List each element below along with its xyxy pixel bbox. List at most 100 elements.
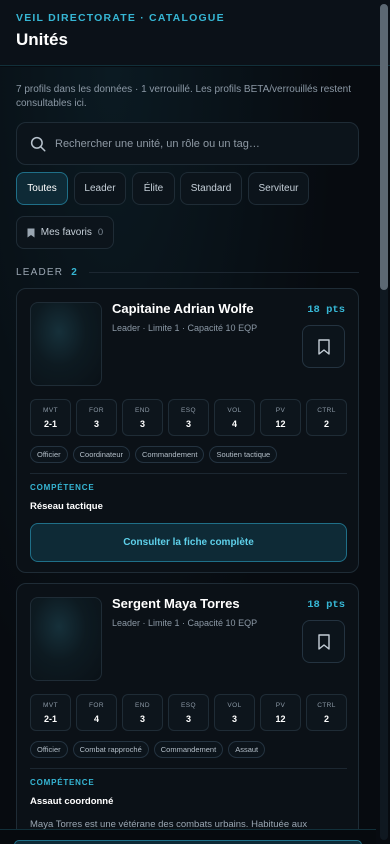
filter-chip-leader[interactable]: Leader bbox=[74, 172, 126, 205]
app-header: VEIL DIRECTORATE · CATALOGUE Unités bbox=[0, 0, 390, 66]
bookmark-icon bbox=[317, 338, 330, 355]
unit-points: 18 pts bbox=[307, 304, 345, 316]
stat-for: FOR 3 bbox=[76, 399, 117, 436]
stat-value: 3 bbox=[185, 418, 191, 429]
stat-value: 3 bbox=[139, 418, 145, 429]
filter-chip-elite[interactable]: Élite bbox=[132, 172, 175, 205]
stat-label: PV bbox=[275, 701, 286, 709]
competence-label: COMPÉTENCE bbox=[30, 778, 95, 787]
stat-value: 4 bbox=[231, 418, 237, 429]
main-content: 7 profils dans les données · 1 verrouill… bbox=[0, 67, 376, 844]
stat-value: 3 bbox=[93, 418, 99, 429]
competence-label: COMPÉTENCE bbox=[30, 483, 95, 492]
stat-mvt: MVT 2-1 bbox=[30, 694, 71, 731]
stat-end: END 3 bbox=[122, 694, 163, 731]
section-divider bbox=[88, 271, 359, 273]
stat-ctrl: CTRL 2 bbox=[306, 694, 347, 731]
stat-vol: VOL 3 bbox=[214, 694, 255, 731]
stat-label: VOL bbox=[227, 406, 242, 414]
bookmark-icon bbox=[317, 633, 330, 650]
unit-name: Capitaine Adrian Wolfe bbox=[112, 301, 254, 316]
favorites-filter-button[interactable]: Mes favoris 0 bbox=[16, 216, 114, 249]
stat-label: CTRL bbox=[317, 701, 336, 709]
tag: Assaut bbox=[228, 741, 266, 758]
stat-pv: PV 12 bbox=[260, 399, 301, 436]
filter-chip-serviteur[interactable]: Serviteur bbox=[248, 172, 309, 205]
tag-list: Officier Combat rapproché Commandement A… bbox=[30, 741, 266, 758]
stat-esq: ESQ 3 bbox=[168, 399, 209, 436]
competence-value: Assaut coordonné bbox=[30, 796, 114, 807]
tag: Coordinateur bbox=[72, 446, 130, 463]
bottom-action-button[interactable] bbox=[14, 840, 362, 844]
competence-value: Réseau tactique bbox=[30, 501, 103, 512]
stat-value: 4 bbox=[93, 713, 99, 724]
stat-for: FOR 4 bbox=[76, 694, 117, 731]
stat-grid: MVT 2-1 FOR 4 END 3 ESQ 3 VOL 3 PV 12 CTRL 2 bbox=[30, 694, 347, 731]
stat-mvt: MVT 2-1 bbox=[30, 399, 71, 436]
card-divider bbox=[30, 473, 347, 474]
tag: Commandement bbox=[134, 446, 205, 463]
unit-name: Sergent Maya Torres bbox=[112, 596, 240, 611]
scrollbar-thumb[interactable] bbox=[380, 4, 388, 290]
stat-end: END 3 bbox=[122, 399, 163, 436]
unit-portrait bbox=[30, 597, 102, 681]
bookmark-icon bbox=[27, 228, 35, 237]
stat-label: FOR bbox=[89, 406, 104, 414]
stat-value: 2 bbox=[323, 418, 329, 429]
page-title: Unités bbox=[16, 30, 68, 49]
filter-chip-toutes[interactable]: Toutes bbox=[16, 172, 68, 205]
tag: Commandement bbox=[153, 741, 224, 758]
stat-label: VOL bbox=[227, 701, 242, 709]
intro-text: 7 profils dans les données · 1 verrouill… bbox=[16, 84, 351, 109]
stat-label: PV bbox=[275, 406, 286, 414]
section-header: LEADER 2 bbox=[16, 265, 359, 279]
stat-value: 3 bbox=[231, 713, 237, 724]
tag: Officier bbox=[30, 446, 68, 463]
stat-label: CTRL bbox=[317, 406, 336, 414]
stat-ctrl: CTRL 2 bbox=[306, 399, 347, 436]
breadcrumb: VEIL DIRECTORATE · CATALOGUE bbox=[16, 12, 225, 24]
tag: Combat rapproché bbox=[72, 741, 149, 758]
tag: Soutien tactique bbox=[209, 446, 278, 463]
stat-esq: ESQ 3 bbox=[168, 694, 209, 731]
stat-label: MVT bbox=[43, 406, 58, 414]
stat-value: 2-1 bbox=[43, 713, 57, 724]
search-bar[interactable] bbox=[16, 122, 359, 165]
view-full-sheet-button[interactable]: Consulter la fiche complète bbox=[30, 523, 347, 562]
stat-label: END bbox=[135, 701, 150, 709]
stat-value: 12 bbox=[275, 713, 286, 724]
stat-label: ESQ bbox=[181, 406, 196, 414]
tag-list: Officier Coordinateur Commandement Souti… bbox=[30, 446, 278, 463]
search-input[interactable] bbox=[55, 137, 335, 150]
unit-points: 18 pts bbox=[307, 599, 345, 611]
stat-label: MVT bbox=[43, 701, 58, 709]
favorite-button[interactable] bbox=[302, 325, 345, 368]
unit-card[interactable]: Sergent Maya Torres Leader · Limite 1 · … bbox=[16, 583, 359, 844]
filter-chip-standard[interactable]: Standard bbox=[180, 172, 242, 205]
stat-vol: VOL 4 bbox=[214, 399, 255, 436]
scrollbar[interactable] bbox=[380, 4, 388, 840]
unit-meta: Leader · Limite 1 · Capacité 10 EQP bbox=[112, 323, 258, 333]
tag: Officier bbox=[30, 741, 68, 758]
section-count: 2 bbox=[71, 266, 77, 278]
bottom-action-bar bbox=[0, 829, 376, 844]
stat-value: 2-1 bbox=[43, 418, 57, 429]
stat-value: 3 bbox=[139, 713, 145, 724]
unit-meta: Leader · Limite 1 · Capacité 10 EQP bbox=[112, 618, 258, 628]
stat-grid: MVT 2-1 FOR 3 END 3 ESQ 3 VOL 4 PV 12 CTRL 2 bbox=[30, 399, 347, 436]
stat-pv: PV 12 bbox=[260, 694, 301, 731]
stat-label: END bbox=[135, 406, 150, 414]
search-icon bbox=[30, 136, 46, 151]
favorites-label: Mes favoris bbox=[40, 227, 92, 238]
stat-label: FOR bbox=[89, 701, 104, 709]
stat-label: ESQ bbox=[181, 701, 196, 709]
unit-portrait bbox=[30, 302, 102, 386]
stat-value: 12 bbox=[275, 418, 286, 429]
unit-card[interactable]: Capitaine Adrian Wolfe Leader · Limite 1… bbox=[16, 288, 359, 573]
favorites-count: 0 bbox=[97, 227, 104, 238]
card-divider bbox=[30, 768, 347, 769]
stat-value: 2 bbox=[323, 713, 329, 724]
stat-value: 3 bbox=[185, 713, 191, 724]
section-label: LEADER bbox=[16, 266, 64, 278]
favorite-button[interactable] bbox=[302, 620, 345, 663]
